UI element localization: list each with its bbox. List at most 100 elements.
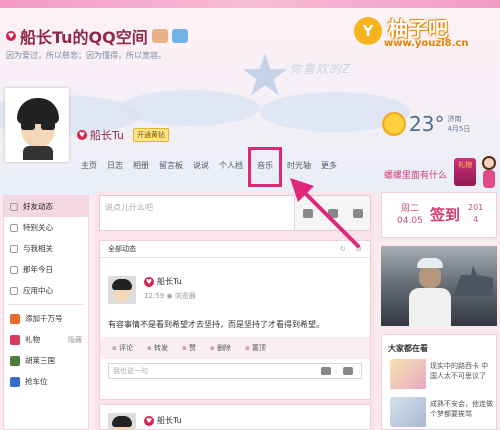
nav-music[interactable]: 音乐 bbox=[248, 147, 282, 187]
gift-icon bbox=[10, 334, 20, 345]
comment-input[interactable]: 我也说一句 bbox=[108, 363, 362, 379]
pin-button[interactable]: 置顶 bbox=[245, 343, 266, 353]
promo-link[interactable]: 螺螺里面有什么 bbox=[384, 168, 447, 181]
heart-icon bbox=[10, 223, 18, 232]
sidebar-item-app-center[interactable]: 应用中心 bbox=[4, 280, 88, 301]
main-column: 说点儿什么吧 全部动态 ↻ ⚙ ♥ 船长Tu 12:59 ◉ 浏览器 有容事情不… bbox=[96, 192, 374, 430]
at-icon bbox=[10, 244, 18, 253]
trending-thumbnail[interactable] bbox=[390, 397, 426, 427]
post-author[interactable]: ♥ 船长Tu bbox=[144, 276, 182, 287]
wings-badge-icon bbox=[171, 29, 188, 43]
delete-button[interactable]: 删除 bbox=[210, 343, 231, 353]
like-button[interactable]: 赞 bbox=[182, 343, 196, 353]
app-icon bbox=[10, 313, 20, 324]
yellow-diamond-badge[interactable]: 开通黄钻 bbox=[133, 128, 170, 142]
nav-photos[interactable]: 相册 bbox=[128, 157, 154, 187]
space-title-text: 船长Tu的QQ空间 bbox=[20, 28, 148, 47]
feed-filter-dropdown[interactable]: 全部动态 bbox=[108, 244, 136, 254]
post-author[interactable]: ♥ 船长Tu bbox=[144, 415, 182, 426]
emoji-icon[interactable] bbox=[343, 367, 353, 375]
movie-banner[interactable] bbox=[381, 246, 497, 326]
refresh-icon[interactable]: ↻ bbox=[340, 245, 346, 253]
sidebar-app-item[interactable]: 礼物 隐藏 bbox=[4, 329, 88, 350]
space-title[interactable]: ♥ 船长Tu的QQ空间 bbox=[6, 24, 188, 48]
hide-link[interactable]: 隐藏 bbox=[68, 335, 82, 345]
star-logo-icon: ★ bbox=[239, 41, 291, 109]
signin-date: 201 4 bbox=[468, 203, 484, 224]
feed-card: 全部动态 ↻ ⚙ ♥ 船长Tu 12:59 ◉ 浏览器 有容事情不是看到希望才去… bbox=[99, 240, 371, 400]
nav-guestbook[interactable]: 留言板 bbox=[154, 157, 188, 187]
comment-button[interactable]: 评论 bbox=[112, 343, 133, 353]
sidebar-app-item[interactable]: 抢车位 bbox=[4, 371, 88, 392]
nav-blog[interactable]: 日志 bbox=[102, 157, 128, 187]
qq-heart-icon: ♥ bbox=[6, 31, 16, 41]
qq-heart-icon: ♥ bbox=[144, 276, 154, 287]
post-avatar[interactable] bbox=[108, 413, 136, 430]
nav-profile[interactable]: 个人档 bbox=[214, 157, 248, 187]
nickname-text: 船长Tu bbox=[90, 129, 125, 142]
post-meta: 12:59 ◉ 浏览器 bbox=[144, 291, 196, 301]
feed-header: 全部动态 ↻ ⚙ bbox=[100, 241, 370, 258]
qq-heart-icon: ♥ bbox=[77, 130, 87, 140]
right-column: 周二 04.05 签到 201 4 大家都在看 现实中的路西卡 中国人太不可思议… bbox=[381, 192, 497, 430]
sidebar-item-friend-feed[interactable]: 好友动态 bbox=[4, 196, 88, 217]
trending-title: 大家都在看 bbox=[388, 344, 428, 353]
qq-heart-icon: ♥ bbox=[144, 415, 154, 426]
header-watermark: 你喜欢的Z bbox=[290, 62, 352, 76]
post-source: 浏览器 bbox=[174, 292, 196, 300]
nav-home[interactable]: 主页 bbox=[76, 157, 102, 187]
settings-icon[interactable]: ⚙ bbox=[356, 245, 362, 253]
video-icon[interactable] bbox=[327, 208, 338, 218]
sidebar-divider bbox=[8, 304, 84, 305]
signin-widget: 周二 04.05 签到 201 4 bbox=[381, 192, 497, 238]
eye-icon: ◉ bbox=[166, 292, 173, 300]
post-text: 有容事情不是看到希望才去坚持，而是坚持了才看得到希望。 bbox=[108, 320, 324, 329]
weather-widget[interactable]: 23° 济南 4月5日 bbox=[382, 112, 470, 136]
nav-more[interactable]: 更多 bbox=[316, 157, 342, 187]
trending-item-text[interactable]: 成熟不安会，他连做个梦都要挨骂 bbox=[430, 399, 494, 419]
calendar-icon bbox=[10, 265, 18, 274]
forward-button[interactable]: 转发 bbox=[147, 343, 168, 353]
car-icon bbox=[10, 376, 20, 387]
sun-icon bbox=[382, 112, 406, 136]
sidebar-item-related-to-me[interactable]: 与我相关 bbox=[4, 238, 88, 259]
sidebar-app-item[interactable]: 添加千万号 bbox=[4, 308, 88, 329]
youzi-logo-icon: Y bbox=[354, 17, 382, 45]
space-header: ★ 你喜欢的Z ♥ 船长Tu的QQ空间 因为爱过，所以慈悲；因为懂得，所以宽容。… bbox=[0, 0, 500, 195]
trending-thumbnail[interactable] bbox=[390, 359, 426, 389]
weather-date: 4月5日 bbox=[447, 125, 471, 133]
bell-icon bbox=[10, 202, 18, 211]
post-actions: 评论 转发 赞 删除 置顶 bbox=[100, 337, 370, 359]
post-avatar[interactable] bbox=[108, 276, 136, 304]
sidebar-item-special-care[interactable]: 特别关心 bbox=[4, 217, 88, 238]
sidebar-item-this-day[interactable]: 那年今日 bbox=[4, 259, 88, 280]
status-composer[interactable]: 说点儿什么吧 bbox=[99, 195, 371, 231]
camera-icon[interactable] bbox=[302, 208, 313, 218]
more-icon[interactable] bbox=[352, 208, 363, 218]
hat-icon bbox=[151, 29, 168, 43]
weather-meta: 济南 4月5日 bbox=[447, 114, 470, 134]
watermark-url: www.youzi8.cn bbox=[384, 38, 469, 49]
top-bar bbox=[0, 0, 500, 8]
nav-shuoshuo[interactable]: 说说 bbox=[188, 157, 214, 187]
gift-box-icon[interactable]: 礼物 bbox=[454, 158, 476, 186]
post-time: 12:59 bbox=[144, 292, 165, 300]
sidebar-app-item[interactable]: 胡莱三国 bbox=[4, 350, 88, 371]
cartoon-girl-icon bbox=[480, 156, 498, 190]
left-sidebar: 好友动态 特别关心 与我相关 那年今日 应用中心 添加千万号 礼物 隐藏 胡莱三… bbox=[3, 195, 89, 430]
signin-button[interactable]: 签到 bbox=[425, 199, 465, 231]
app-icon bbox=[10, 355, 20, 366]
trending-item-text[interactable]: 现实中的路西卡 中国人太不可思议了 bbox=[430, 361, 494, 381]
feed-card: ♥ 船长Tu bbox=[99, 404, 371, 430]
temperature: 23° bbox=[409, 112, 445, 136]
composer-tools bbox=[294, 196, 370, 230]
space-motto: 因为爱过，所以慈悲；因为懂得，所以宽容。 bbox=[6, 51, 166, 60]
weather-city: 济南 bbox=[447, 115, 462, 123]
signin-weekday: 周二 04.05 bbox=[397, 204, 423, 226]
camera-icon[interactable] bbox=[321, 367, 331, 375]
profile-avatar[interactable] bbox=[5, 88, 69, 162]
main-nav: 主页 日志 相册 留言板 说说 个人档 音乐 时光轴 更多 bbox=[76, 147, 342, 187]
profile-nickname[interactable]: ♥ 船长Tu 开通黄钻 bbox=[77, 127, 170, 143]
nav-timeline[interactable]: 时光轴 bbox=[282, 157, 316, 187]
composer-placeholder: 说点儿什么吧 bbox=[105, 203, 153, 212]
